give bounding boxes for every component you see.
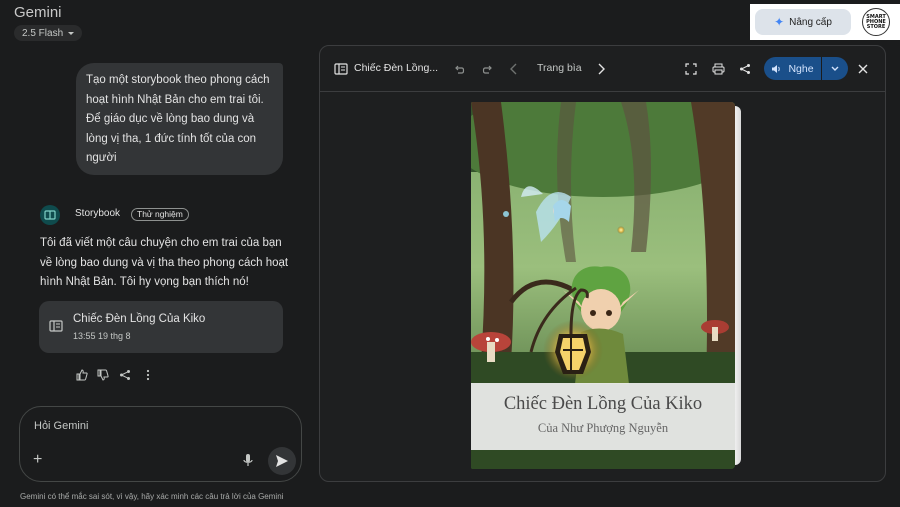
storybook-icon: [40, 205, 60, 225]
assistant-name: Storybook: [75, 208, 121, 219]
chevron-down-icon: [831, 66, 839, 71]
panel-title: Chiếc Đèn Lồng...: [354, 62, 439, 74]
assistant-reply: Tôi đã viết một câu chuyện cho em trai c…: [40, 237, 289, 288]
upgrade-label: Nâng cấp: [789, 16, 832, 28]
thumb-down-icon[interactable]: [96, 368, 110, 382]
send-button[interactable]: [268, 447, 296, 475]
mic-icon[interactable]: [242, 453, 254, 467]
undo-icon[interactable]: [454, 63, 466, 75]
volume-icon: [772, 64, 781, 73]
chevron-left-icon[interactable]: [509, 63, 519, 75]
disclaimer: Gemini có thể mắc sai sót, vì vậy, hãy x…: [20, 492, 284, 501]
send-icon: [276, 455, 288, 467]
listen-button[interactable]: Nghe: [764, 57, 822, 80]
book-cover[interactable]: Chiếc Đèn Lồng Của Kiko Của Như Phượng N…: [471, 102, 741, 469]
fullscreen-icon[interactable]: [685, 63, 697, 75]
redo-icon[interactable]: [481, 63, 493, 75]
prompt-input-box[interactable]: Hỏi Gemini +: [19, 406, 302, 482]
thumb-up-icon[interactable]: [75, 368, 89, 382]
page-label: Trang bìa: [537, 62, 582, 74]
book-icon: [334, 63, 348, 75]
book-title-band: Chiếc Đèn Lồng Của Kiko Của Như Phượng N…: [471, 383, 735, 450]
book-icon: [49, 320, 63, 332]
story-card-date: 13:55 19 thg 8: [73, 331, 131, 341]
user-message: Tạo một storybook theo phong cách hoạt h…: [76, 63, 283, 175]
book-cover-art: Chiếc Đèn Lồng Của Kiko Của Như Phượng N…: [471, 102, 735, 469]
close-icon[interactable]: [858, 64, 868, 74]
share-icon[interactable]: [118, 368, 132, 382]
prompt-input[interactable]: Hỏi Gemini: [34, 420, 88, 432]
listen-button-group: Nghe: [764, 57, 848, 80]
brand-logo-line: STORE: [866, 23, 886, 30]
model-label: 2.5 Flash: [22, 27, 64, 39]
model-selector[interactable]: 2.5 Flash: [14, 25, 83, 41]
experimental-badge: Thử nghiệm: [131, 208, 189, 221]
chevron-down-icon: [68, 32, 75, 35]
app-title: Gemini: [14, 4, 62, 21]
share-icon[interactable]: [739, 63, 751, 75]
listen-label: Nghe: [788, 62, 814, 75]
brand-logo: SMART PHONE STORE: [862, 8, 890, 36]
book-title: Chiếc Đèn Lồng Của Kiko: [503, 394, 703, 414]
more-vert-icon[interactable]: [141, 368, 155, 382]
story-card-title: Chiếc Đèn Lồng Của Kiko: [73, 313, 206, 325]
storybook-panel: Chiếc Đèn Lồng... Trang bìa Nghe Chiếc Đ…: [319, 45, 886, 482]
upgrade-button[interactable]: ✦ Nâng cấp: [755, 9, 851, 35]
plus-icon[interactable]: +: [33, 451, 42, 469]
sparkle-icon: ✦: [774, 15, 785, 29]
listen-options-button[interactable]: [822, 57, 848, 80]
chevron-right-icon[interactable]: [596, 63, 606, 75]
panel-toolbar: Chiếc Đèn Lồng... Trang bìa Nghe: [320, 46, 885, 92]
print-icon[interactable]: [712, 63, 725, 75]
book-author: Của Như Phượng Nguyễn: [537, 421, 669, 435]
story-card[interactable]: Chiếc Đèn Lồng Của Kiko 13:55 19 thg 8: [39, 301, 283, 353]
